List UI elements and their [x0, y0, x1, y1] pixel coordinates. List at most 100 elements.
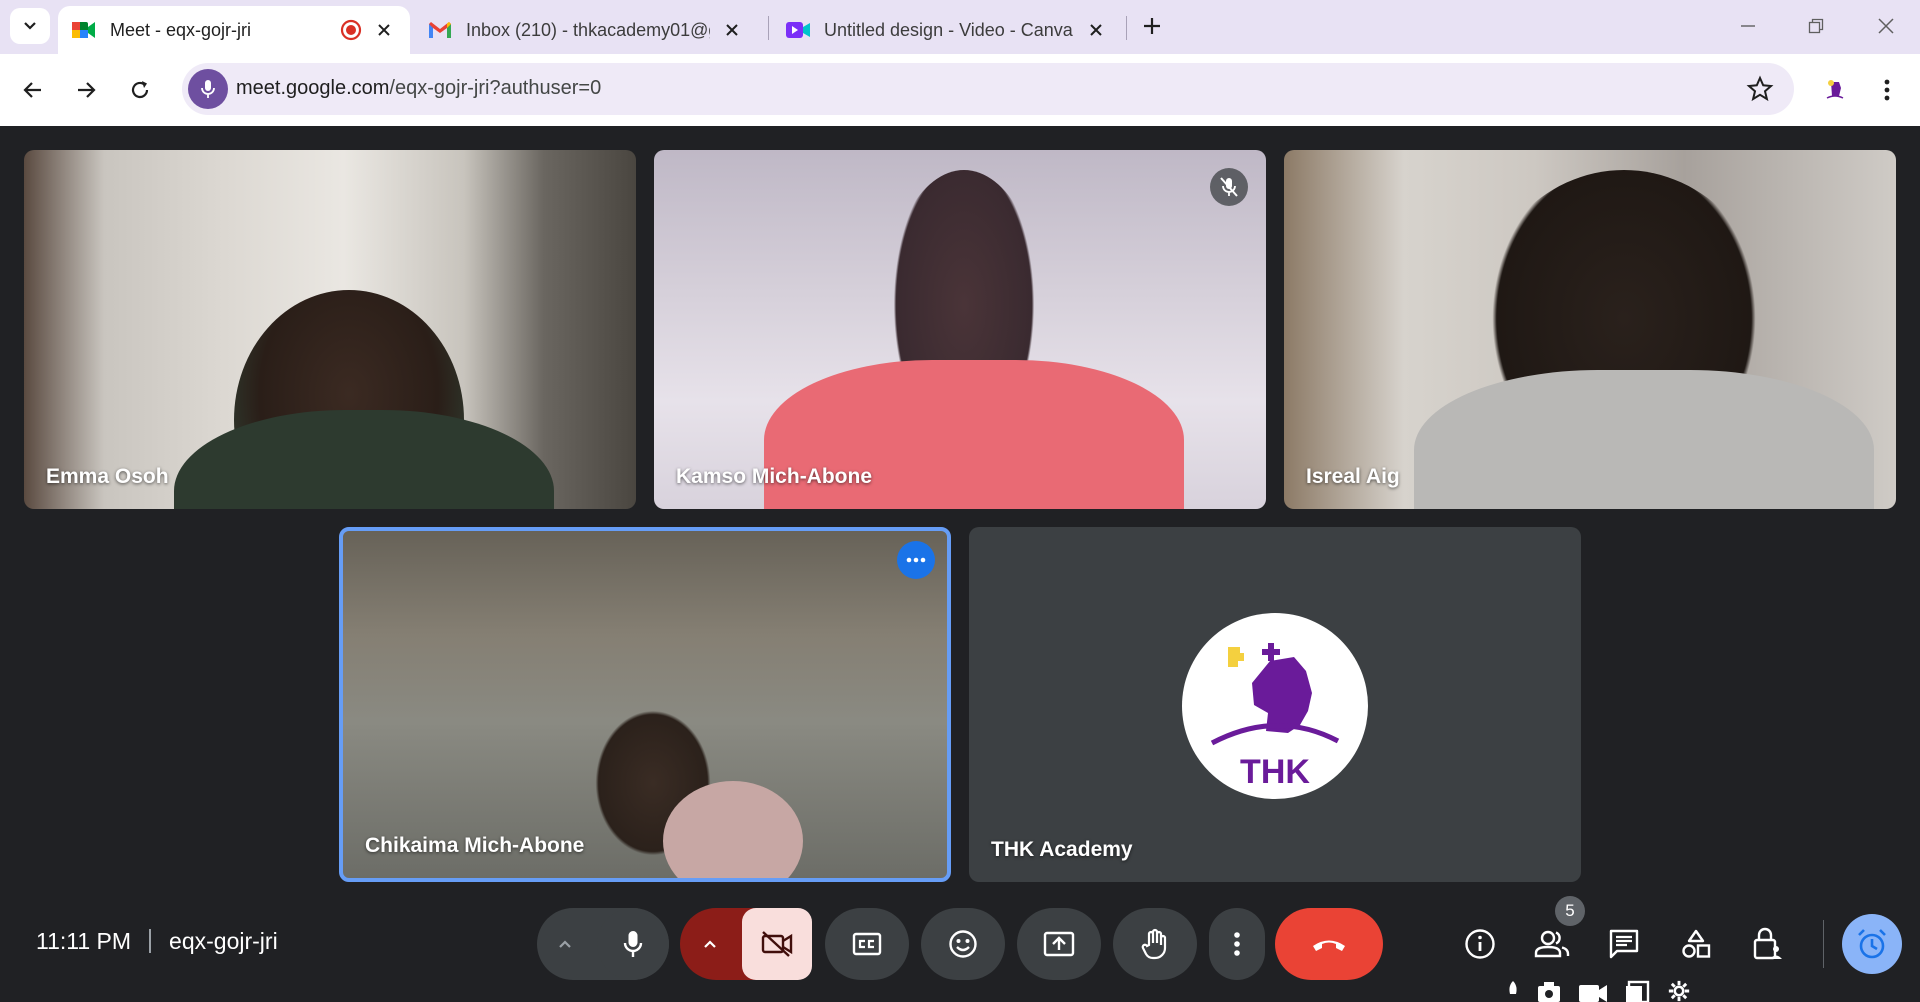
meet-stage: Emma Osoh Kamso Mich-Abone Isreal Aig Ch…	[0, 126, 1920, 1002]
reactions-button[interactable]	[921, 908, 1005, 980]
participant-name: Isreal Aig	[1306, 465, 1400, 488]
close-tab-icon[interactable]	[720, 18, 744, 42]
divider	[1823, 920, 1824, 968]
chevron-up-icon	[704, 940, 716, 948]
reload-button[interactable]	[122, 72, 158, 108]
camera-off-button[interactable]	[742, 908, 812, 980]
participant-tile[interactable]: Isreal Aig	[1284, 150, 1896, 509]
present-screen-button[interactable]	[1017, 908, 1101, 980]
participant-tile[interactable]: THK THK Academy	[969, 527, 1581, 882]
thk-academy-logo: THK	[1182, 613, 1368, 799]
restore-icon	[1808, 18, 1824, 34]
tab-separator	[768, 16, 769, 40]
url-text[interactable]: meet.google.com/eqx-gojr-jri?authuser=0	[236, 77, 601, 100]
window-capture-icon[interactable]	[1624, 980, 1650, 1002]
close-tab-icon[interactable]	[372, 18, 396, 42]
participant-tile-active[interactable]: Chikaima Mich-Abone	[339, 527, 951, 882]
tab-canva[interactable]: Untitled design - Video - Canva	[772, 6, 1122, 54]
tab-separator	[1126, 16, 1127, 40]
tab-gmail[interactable]: Inbox (210) - thkacademy01@g	[414, 6, 758, 54]
canva-video-icon	[786, 18, 810, 42]
browser-menu-button[interactable]	[1872, 73, 1902, 107]
participant-name: THK Academy	[991, 838, 1133, 861]
alarm-clock-icon	[1858, 929, 1886, 959]
chevron-down-icon	[24, 22, 36, 30]
url-host: meet.google.com	[236, 77, 390, 99]
close-window-button[interactable]	[1864, 10, 1908, 42]
hand-icon	[1141, 928, 1167, 960]
gmail-icon	[428, 18, 452, 42]
captions-button[interactable]	[825, 908, 909, 980]
divider	[149, 929, 152, 953]
chat-button[interactable]	[1600, 920, 1648, 968]
more-options-button[interactable]	[1209, 908, 1265, 980]
end-call-icon	[1313, 940, 1345, 951]
microphone-active-icon[interactable]	[188, 69, 228, 109]
address-bar[interactable]: meet.google.com/eqx-gojr-jri?authuser=0	[182, 63, 1794, 115]
emoji-icon	[949, 930, 977, 958]
browser-tab-strip: Meet - eqx-gojr-jri Inbox (210) - thkaca…	[0, 0, 1920, 54]
closed-captions-icon	[852, 932, 882, 956]
present-screen-icon	[1043, 931, 1075, 957]
activities-shapes-icon	[1682, 929, 1711, 958]
microphone-button[interactable]	[597, 908, 669, 980]
close-icon	[1878, 18, 1894, 34]
leave-call-button[interactable]	[1275, 908, 1383, 980]
participant-tile[interactable]: Kamso Mich-Abone	[654, 150, 1266, 509]
meeting-time: 11:11 PM	[36, 928, 132, 954]
activities-button[interactable]	[1672, 920, 1720, 968]
camera-icon[interactable]	[1536, 980, 1562, 1002]
video-options-button[interactable]	[680, 908, 740, 980]
rocket-icon[interactable]	[1506, 980, 1520, 1000]
chevron-up-icon	[559, 940, 571, 948]
arrow-right-icon	[78, 82, 96, 98]
meeting-code: eqx-gojr-jri	[169, 928, 278, 954]
minimize-icon	[1741, 25, 1755, 27]
muted-mic-icon	[1210, 168, 1248, 206]
meeting-info: 11:11 PM eqx-gojr-jri	[36, 928, 278, 955]
browser-toolbar: meet.google.com/eqx-gojr-jri?authuser=0	[0, 54, 1920, 126]
more-options-icon[interactable]	[897, 541, 935, 579]
meeting-details-button[interactable]	[1456, 920, 1504, 968]
microphone-group	[537, 908, 669, 980]
gear-icon[interactable]	[1666, 980, 1692, 1002]
video-feed-shirt	[174, 410, 554, 509]
logo-text: THK	[1240, 753, 1310, 791]
participant-name: Chikaima Mich-Abone	[365, 834, 585, 857]
host-controls-button[interactable]	[1744, 920, 1792, 968]
profile-avatar[interactable]	[1818, 73, 1852, 107]
close-tab-icon[interactable]	[1084, 18, 1108, 42]
tab-title: Inbox (210) - thkacademy01@g	[466, 19, 710, 40]
chat-icon	[1609, 929, 1639, 959]
lock-person-icon	[1753, 927, 1782, 960]
back-button[interactable]	[15, 72, 51, 108]
video-camera-icon[interactable]	[1578, 980, 1608, 1002]
reload-icon	[131, 81, 149, 99]
people-icon	[1534, 930, 1570, 958]
info-icon	[1465, 929, 1495, 959]
plus-icon	[1144, 18, 1160, 34]
recording-icon	[340, 19, 362, 41]
restore-button[interactable]	[1794, 10, 1838, 42]
camera-off-icon	[761, 931, 793, 957]
new-tab-button[interactable]	[1138, 12, 1166, 40]
participant-name: Emma Osoh	[46, 465, 169, 488]
tab-title: Meet - eqx-gojr-jri	[110, 19, 252, 40]
people-button[interactable]	[1528, 920, 1576, 968]
tab-search-button[interactable]	[10, 8, 50, 44]
timer-extension-button[interactable]	[1842, 914, 1902, 974]
audio-options-button[interactable]	[537, 908, 593, 980]
tab-meet[interactable]: Meet - eqx-gojr-jri	[58, 6, 410, 54]
participant-name: Kamso Mich-Abone	[676, 465, 873, 488]
camera-group	[680, 908, 812, 980]
participant-tile[interactable]: Emma Osoh	[24, 150, 636, 509]
participant-count-badge: 5	[1555, 896, 1585, 926]
microphone-icon	[623, 931, 643, 957]
more-vertical-icon	[1234, 932, 1240, 956]
minimize-button[interactable]	[1726, 10, 1770, 42]
forward-button[interactable]	[68, 72, 104, 108]
raise-hand-button[interactable]	[1113, 908, 1197, 980]
video-feed-shirt	[1414, 370, 1874, 509]
bookmark-star-icon[interactable]	[1746, 75, 1774, 103]
screen-recorder-tray	[1506, 980, 1692, 1002]
